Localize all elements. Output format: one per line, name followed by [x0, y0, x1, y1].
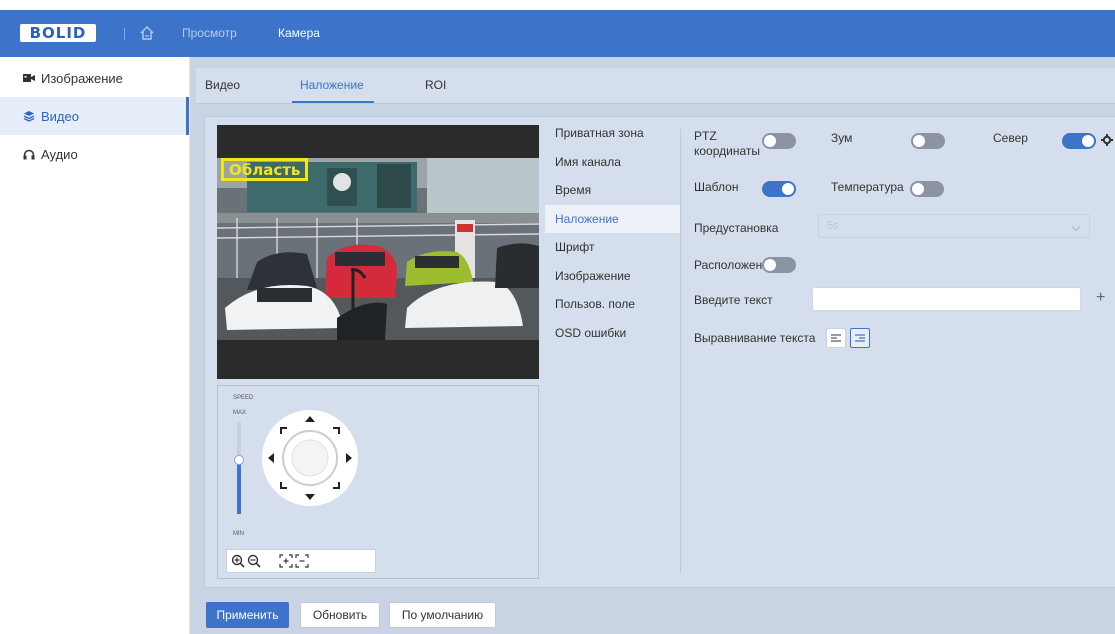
preset-label: Предустановка	[694, 221, 779, 235]
zoom-toolbar	[226, 549, 376, 573]
settings-panel: Область SPEED MAX MIN Приватная зона Имя…	[204, 116, 1115, 588]
template-label: Шаблон	[694, 180, 739, 194]
camera-scene	[217, 158, 539, 340]
tab-video[interactable]: Видео	[205, 78, 240, 92]
sidebar-item-video[interactable]: Видео	[0, 97, 189, 135]
preset-select[interactable]: 5s	[818, 214, 1090, 238]
camera-image	[217, 158, 539, 340]
align-left-button[interactable]	[826, 328, 846, 348]
overlay-text-input[interactable]	[812, 287, 1081, 311]
text-align-label: Выравнивание текста	[694, 331, 816, 345]
refresh-button[interactable]: Обновить	[300, 602, 380, 628]
menu-item-image[interactable]: Изображение	[545, 262, 680, 291]
active-tab-indicator	[292, 101, 374, 103]
divider	[124, 28, 125, 40]
menu-divider	[680, 129, 681, 573]
toggle-knob	[782, 183, 794, 195]
menu-item-overlay[interactable]: Наложение	[545, 204, 680, 233]
align-right-button[interactable]	[850, 328, 870, 348]
speed-min-label: MIN	[233, 531, 244, 537]
add-icon[interactable]: +	[1096, 289, 1105, 307]
ptz-coordinates-toggle[interactable]	[762, 133, 796, 149]
toggle-knob	[913, 135, 925, 147]
sidebar-item-label: Аудио	[41, 146, 78, 162]
speed-label: SPEED	[233, 395, 254, 401]
ptz-coordinates-label: PTZ координаты	[694, 129, 760, 158]
north-toggle[interactable]	[1062, 133, 1096, 149]
tab-roi[interactable]: ROI	[425, 78, 446, 92]
video-preview: Область	[217, 125, 539, 379]
logo-text: BOLID	[29, 24, 87, 42]
enter-text-label: Введите текст	[694, 293, 773, 307]
ptz-joystick[interactable]	[260, 408, 360, 508]
menu-item-privacy-zone[interactable]: Приватная зона	[545, 119, 680, 148]
nav-preview[interactable]: Просмотр	[182, 26, 237, 40]
sidebar-item-label: Изображение	[41, 70, 123, 86]
template-toggle[interactable]	[762, 181, 796, 197]
menu-item-custom-field[interactable]: Пользов. поле	[545, 290, 680, 319]
toggle-knob	[764, 259, 776, 271]
sidebar-item-audio[interactable]: Аудио	[0, 135, 189, 173]
main-content: Видео Наложение ROI Область SPEED MAX MI…	[190, 57, 1115, 634]
nav-camera[interactable]: Камера	[278, 26, 320, 40]
zoom-out-icon[interactable]	[247, 554, 261, 568]
bolid-logo[interactable]: BOLID	[20, 24, 96, 42]
temperature-toggle[interactable]	[910, 181, 944, 197]
headphones-icon	[22, 148, 35, 161]
top-bar: BOLID Просмотр Камера	[0, 10, 1115, 57]
gear-icon[interactable]	[1101, 134, 1113, 146]
align-left-icon	[831, 333, 841, 342]
preset-select-value: 5s	[827, 220, 839, 232]
ptz-control-panel: SPEED MAX MIN	[217, 385, 539, 579]
focus-far-icon[interactable]	[295, 554, 309, 568]
zoom-toggle[interactable]	[911, 133, 945, 149]
osd-menu: Приватная зона Имя канала Время Наложени…	[545, 117, 680, 347]
zoom-in-icon[interactable]	[231, 554, 245, 568]
focus-near-icon[interactable]	[279, 554, 293, 568]
menu-item-osd-errors[interactable]: OSD ошибки	[545, 319, 680, 348]
tab-bar: Видео Наложение ROI	[196, 68, 1115, 104]
sidebar: Изображение Видео Аудио	[0, 57, 190, 634]
camera-icon	[22, 72, 35, 85]
overlay-region-label: Область	[229, 161, 301, 179]
sidebar-item-label: Видео	[41, 108, 79, 124]
align-right-icon	[855, 333, 865, 342]
speed-slider-handle[interactable]	[234, 455, 244, 465]
tab-overlay[interactable]: Наложение	[300, 78, 364, 92]
position-toggle[interactable]	[762, 257, 796, 273]
zoom-label: Зум	[831, 131, 853, 145]
temperature-label: Температура	[831, 180, 904, 194]
toggle-knob	[912, 183, 924, 195]
apply-button[interactable]: Применить	[206, 602, 289, 628]
speed-max-label: MAX	[233, 410, 247, 416]
sidebar-item-image[interactable]: Изображение	[0, 59, 189, 97]
menu-item-time[interactable]: Время	[545, 176, 680, 205]
default-button[interactable]: По умолчанию	[389, 602, 496, 628]
toggle-knob	[1082, 135, 1094, 147]
speed-slider-fill	[237, 457, 241, 514]
home-icon[interactable]	[138, 24, 156, 42]
north-label: Север	[993, 131, 1028, 145]
menu-item-channel-name[interactable]: Имя канала	[545, 148, 680, 177]
layers-icon	[22, 110, 35, 123]
menu-item-font[interactable]: Шрифт	[545, 233, 680, 262]
toggle-knob	[764, 135, 776, 147]
speed-slider[interactable]	[234, 422, 244, 514]
chevron-down-icon	[1071, 222, 1081, 232]
